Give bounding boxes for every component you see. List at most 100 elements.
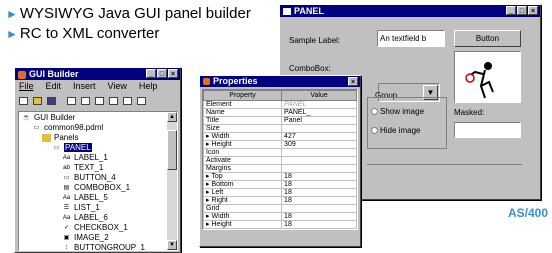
radio-show-image[interactable]: Show image	[371, 107, 424, 116]
panel-tool-icon[interactable]	[67, 97, 76, 105]
tree-item[interactable]: ✓ CHECKBOX_1	[62, 223, 128, 234]
properties-grid[interactable]: Property Value Element PANEL Name PANEL_ Tit…	[202, 89, 358, 230]
property-value[interactable]	[281, 204, 357, 213]
property-row[interactable]: Activate	[202, 156, 357, 165]
tree-item-label: LABEL_1	[74, 153, 108, 162]
property-value[interactable]	[281, 156, 357, 165]
property-value[interactable]: 18	[281, 180, 357, 189]
property-row[interactable]: Margins	[202, 164, 357, 173]
combobox-icon: ▤	[63, 184, 70, 191]
list-icon: ☰	[63, 204, 70, 211]
close-button[interactable]: ×	[528, 6, 538, 15]
person-icon	[465, 62, 494, 99]
builder-titlebar[interactable]: GUI Builder _ □ ×	[15, 68, 180, 80]
property-value[interactable]	[281, 164, 357, 173]
property-name: ▸ Right	[202, 196, 283, 205]
tree-item-label: LABEL_6	[74, 213, 108, 222]
close-button[interactable]: ×	[348, 77, 358, 86]
property-value[interactable]	[281, 148, 357, 157]
property-value[interactable]: 18	[281, 172, 357, 181]
tree-item[interactable]: Aa LABEL_1	[62, 153, 108, 164]
property-row[interactable]: ▸ Width 427	[202, 132, 357, 141]
property-value[interactable]: PANEL_	[281, 108, 357, 117]
tree-item[interactable]: ab TEXT_1	[62, 163, 103, 174]
tree-item[interactable]: Aa LABEL_5	[62, 193, 108, 204]
tree-item-label: IMAGE_2	[74, 233, 109, 242]
property-value[interactable]: 18	[281, 212, 357, 221]
tree-item[interactable]: ▭ PANEL	[52, 143, 92, 154]
property-name: Margins	[202, 164, 283, 173]
cut-tool-icon[interactable]	[109, 97, 118, 105]
tree-item[interactable]: ☰ LIST_1	[62, 203, 100, 214]
tree-item-label: BUTTON_4	[74, 173, 116, 182]
tree-item[interactable]: Panels	[42, 133, 78, 144]
tree-item[interactable]: ☕ GUI Builder	[22, 113, 76, 124]
menu-bar: File Edit Insert View Help	[15, 80, 180, 93]
property-row[interactable]: ▸ Height 18	[202, 220, 357, 229]
menu-edit[interactable]: Edit	[46, 81, 62, 92]
property-row[interactable]: ▸ Top 18	[202, 172, 357, 181]
menu-help[interactable]: Help	[139, 81, 158, 92]
tree-item[interactable]: Aa LABEL_6	[62, 213, 108, 224]
property-value[interactable]: 18	[281, 188, 357, 197]
maximize-button[interactable]: □	[517, 6, 527, 15]
minimize-button[interactable]: _	[146, 69, 156, 78]
property-value[interactable]: 427	[281, 132, 357, 141]
scroll-down-icon[interactable]: ▼	[167, 240, 177, 250]
tree-item-label: BUTTONGROUP_1	[74, 243, 145, 251]
property-row[interactable]: Size	[202, 124, 357, 133]
property-row[interactable]: Name PANEL_	[202, 108, 357, 117]
paste-tool-icon[interactable]	[95, 97, 104, 105]
property-value[interactable]: Panel	[281, 116, 357, 125]
property-value[interactable]: PANEL	[281, 100, 357, 109]
property-row[interactable]: ▸ Right 18	[202, 196, 357, 205]
open-icon[interactable]	[33, 97, 42, 105]
property-row[interactable]: ▸ Bottom 18	[202, 180, 357, 189]
property-row[interactable]: Element PANEL	[202, 100, 357, 109]
property-value[interactable]: 18	[281, 196, 357, 205]
menu-view[interactable]: View	[108, 81, 127, 92]
masked-field[interactable]	[454, 122, 521, 138]
menu-insert[interactable]: Insert	[73, 81, 96, 92]
maximize-button[interactable]: □	[157, 69, 167, 78]
property-row[interactable]: ▸ Height 309	[202, 140, 357, 149]
property-name: Activate	[202, 156, 283, 165]
tree-scrollbar[interactable]: ▲ ▼	[167, 112, 177, 250]
property-row[interactable]: ▸ Width 18	[202, 212, 357, 221]
property-row[interactable]: Icon	[202, 148, 357, 157]
save-icon[interactable]	[47, 97, 56, 105]
property-column-header: Property	[202, 90, 283, 101]
tree-item[interactable]: ⁝ BUTTONGROUP_1	[62, 243, 145, 251]
redo-tool-icon[interactable]	[137, 97, 146, 105]
sample-textfield[interactable]: An textfield b	[377, 30, 445, 47]
gui-builder-window: GUI Builder _ □ × File Edit Insert View He…	[14, 67, 181, 253]
close-button[interactable]: ×	[168, 69, 178, 78]
tree-item[interactable]: ▭ BUTTON_4	[62, 173, 116, 184]
panel-titlebar[interactable]: PANEL _ □ ×	[280, 5, 540, 17]
properties-titlebar[interactable]: Properties ×	[200, 76, 360, 87]
property-value[interactable]: 309	[281, 140, 357, 149]
minimize-button[interactable]: _	[506, 6, 516, 15]
property-value[interactable]	[281, 124, 357, 133]
tree-item[interactable]: ▤ COMBOBOX_1	[62, 183, 130, 194]
scroll-up-icon[interactable]: ▲	[167, 112, 177, 122]
panel-button[interactable]: Button	[454, 30, 521, 47]
tree-item[interactable]: ▣ IMAGE_2	[62, 233, 109, 244]
radio-hide-image[interactable]: Hide image	[371, 126, 420, 135]
property-name: Element	[202, 100, 283, 109]
menu-file[interactable]: File	[19, 81, 34, 92]
property-row[interactable]: ▸ Left 18	[202, 188, 357, 197]
buttongroup-icon: ⁝	[65, 244, 68, 251]
property-row[interactable]: Grid	[202, 204, 357, 213]
new-icon[interactable]	[19, 97, 28, 105]
button-icon: ▭	[63, 174, 70, 181]
scroll-thumb[interactable]	[167, 130, 177, 170]
property-row[interactable]: Title Panel	[202, 116, 357, 125]
component-tree[interactable]: ☕ GUI Builder ▭ common98.pdml Panels ▭ PANEL Aa…	[18, 111, 178, 251]
property-value[interactable]: 18	[281, 220, 357, 229]
copy-tool-icon[interactable]	[81, 97, 90, 105]
tree-item-label: PANEL	[64, 143, 92, 152]
undo-tool-icon[interactable]	[123, 97, 132, 105]
tree-item-label: GUI Builder	[34, 113, 76, 122]
tree-item[interactable]: ▭ common98.pdml	[32, 123, 103, 134]
